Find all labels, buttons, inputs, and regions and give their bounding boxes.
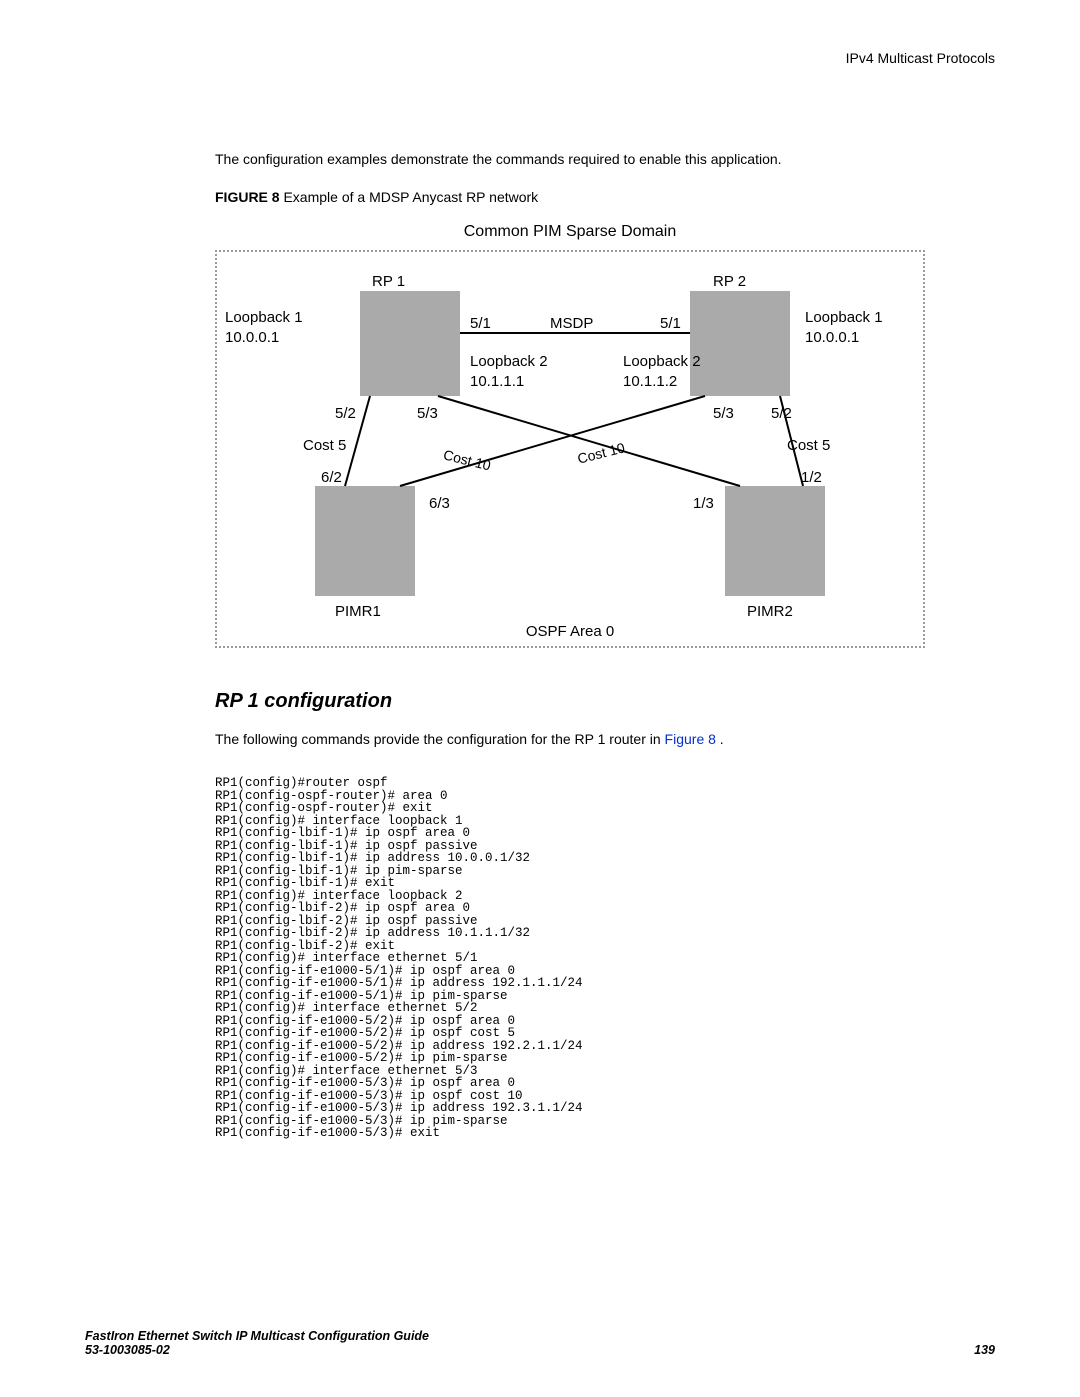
node-rp1 [360,291,460,396]
label-pimr1: PIMR1 [335,603,381,620]
footer-doc-title: FastIron Ethernet Switch IP Multicast Co… [85,1329,429,1343]
label-port-12: 1/2 [801,469,822,486]
label-port-63: 6/3 [429,495,450,512]
node-pimr2 [725,486,825,596]
label-port-51-right: 5/1 [660,315,681,332]
label-msdp: MSDP [550,315,593,332]
label-pimr2: PIMR2 [747,603,793,620]
label-loopback2-right-2: 10.1.1.2 [623,373,677,390]
label-cost5-right: Cost 5 [787,437,830,454]
diagram-title: Common PIM Sparse Domain [215,223,925,241]
label-rp1: RP 1 [372,273,405,290]
figure-caption: FIGURE 8 Example of a MDSP Anycast RP ne… [215,189,995,205]
label-port-62: 6/2 [321,469,342,486]
label-cost5-left: Cost 5 [303,437,346,454]
intro-paragraph: The configuration examples demonstrate t… [215,151,995,167]
label-port-52-right: 5/2 [771,405,792,422]
section-heading-rp1: RP 1 configuration [215,690,995,713]
footer-page-number: 139 [974,1343,995,1357]
label-loopback1-left-1: Loopback 1 [225,309,303,326]
footer-left: FastIron Ethernet Switch IP Multicast Co… [85,1329,429,1357]
label-loopback2-right-1: Loopback 2 [623,353,701,370]
node-rp2 [690,291,790,396]
label-port-13: 1/3 [693,495,714,512]
label-port-53-left: 5/3 [417,405,438,422]
label-loopback1-right-2: 10.0.0.1 [805,329,859,346]
node-pimr1 [315,486,415,596]
label-port-51-left: 5/1 [470,315,491,332]
diagram: Common PIM Sparse Domain RP 1 RP 2 Loopb… [215,223,925,648]
label-port-53-right: 5/3 [713,405,734,422]
label-loopback2-left-2: 10.1.1.1 [470,373,524,390]
section-para-pre: The following commands provide the confi… [215,731,665,747]
label-loopback1-left-2: 10.0.0.1 [225,329,279,346]
label-loopback2-left-1: Loopback 2 [470,353,548,370]
page-footer: FastIron Ethernet Switch IP Multicast Co… [85,1329,995,1357]
label-ospf-area: OSPF Area 0 [215,623,925,640]
label-loopback1-right-1: Loopback 1 [805,309,883,326]
section-para-post: . [716,731,724,747]
footer-doc-number: 53-1003085-02 [85,1343,429,1357]
label-rp2: RP 2 [713,273,746,290]
label-port-52-left: 5/2 [335,405,356,422]
header-section-title: IPv4 Multicast Protocols [215,50,995,66]
figure-label: FIGURE 8 [215,189,280,205]
figure-title: Example of a MDSP Anycast RP network [283,189,538,205]
section-paragraph: The following commands provide the confi… [215,731,995,747]
figure-link[interactable]: Figure 8 [665,731,716,747]
code-block-rp1-config: RP1(config)#router ospf RP1(config-ospf-… [215,777,995,1140]
